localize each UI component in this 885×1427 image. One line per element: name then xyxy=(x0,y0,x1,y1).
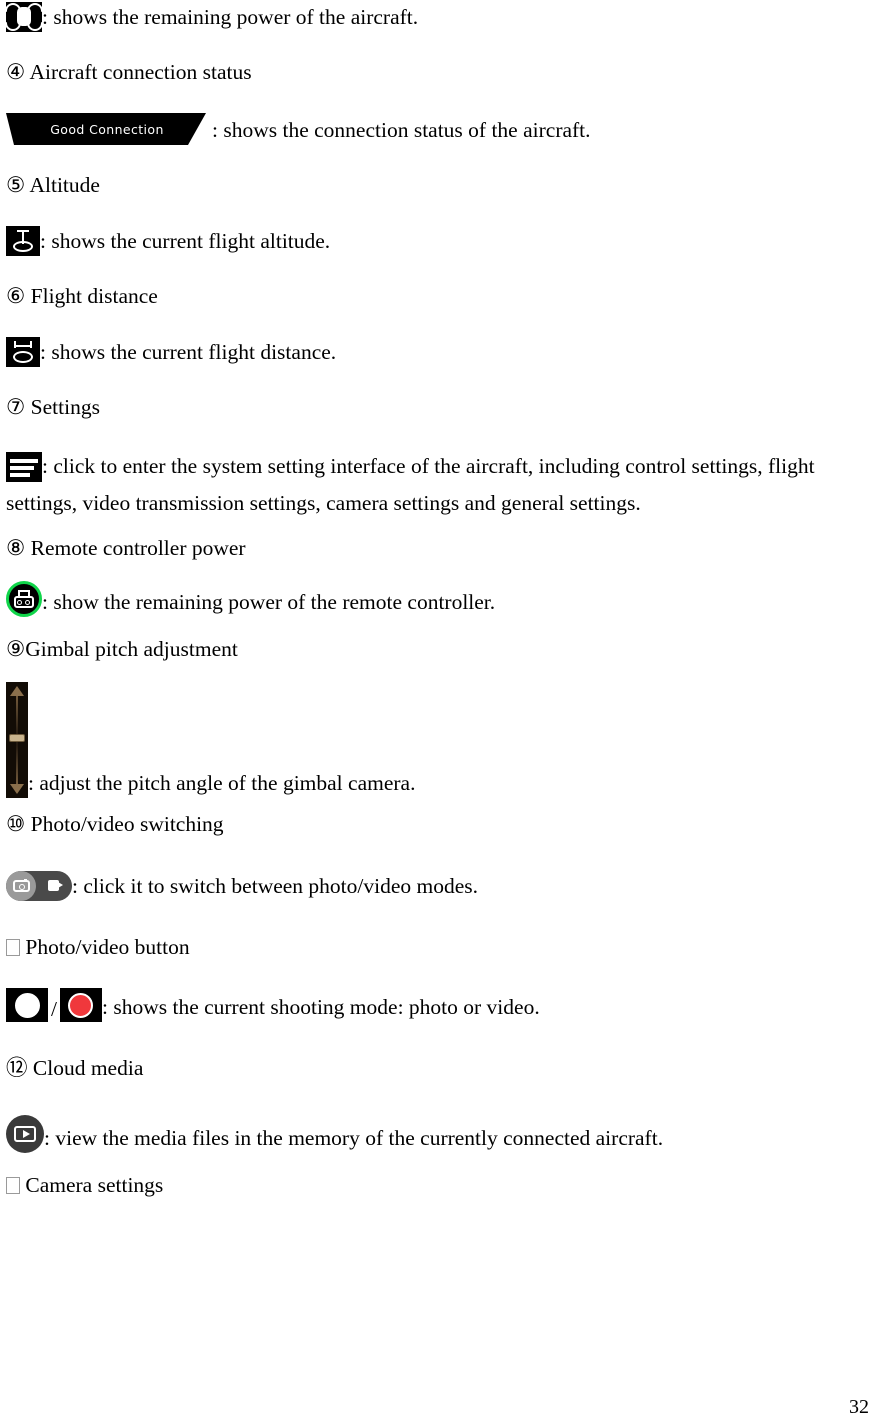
list-number: ⑥ xyxy=(6,284,26,308)
heading-photo-video-switching: ⑩ Photo/video switching xyxy=(6,810,867,839)
entry-settings: : click to enter the system setting inte… xyxy=(6,448,867,522)
heading-text: Altitude xyxy=(29,173,100,197)
aircraft-power-description: : shows the remaining power of the aircr… xyxy=(42,5,419,29)
heading-camera-settings: Camera settings xyxy=(6,1171,867,1200)
remote-controller-description: : show the remaining power of the remote… xyxy=(42,590,496,614)
settings-menu-icon xyxy=(6,452,42,482)
heading-text: Photo/video button xyxy=(25,935,190,959)
heading-text: Aircraft connection status xyxy=(29,60,252,84)
connection-status-label: Good Connection xyxy=(50,121,164,137)
remote-controller-icon xyxy=(6,581,42,617)
photo-video-button-description: : shows the current shooting mode: photo… xyxy=(101,995,540,1019)
missing-glyph-box xyxy=(6,939,20,956)
heading-gimbal-pitch-adjustment: ⑨Gimbal pitch adjustment xyxy=(6,635,867,664)
altitude-icon xyxy=(6,226,40,256)
heading-text: Gimbal pitch adjustment xyxy=(25,637,238,661)
list-number: ④ xyxy=(6,60,26,84)
heading-settings: ⑦ Settings xyxy=(6,393,867,422)
entry-remote-controller-power: : show the remaining power of the remote… xyxy=(6,581,867,617)
entry-gimbal-pitch: : adjust the pitch angle of the gimbal c… xyxy=(6,682,867,798)
aircraft-battery-icon xyxy=(5,2,43,32)
settings-description: : click to enter the system setting inte… xyxy=(6,454,815,515)
entry-flight-distance: : shows the current flight distance. xyxy=(6,337,867,367)
heading-altitude: ⑤ Altitude xyxy=(6,171,867,200)
list-number: ⑨ xyxy=(6,637,26,661)
entry-photo-video-switching: : click it to switch between photo/video… xyxy=(6,871,867,901)
photo-video-toggle[interactable] xyxy=(6,871,72,901)
manual-page: : shows the remaining power of the aircr… xyxy=(0,2,885,1427)
toggle-knob xyxy=(6,871,36,901)
heading-text: Camera settings xyxy=(25,1173,164,1197)
entry-connection-status: Good Connection : shows the connection s… xyxy=(6,113,867,145)
video-camera-icon xyxy=(48,880,63,891)
entry-photo-video-button: / : shows the current shooting mode: pho… xyxy=(6,988,867,1022)
heading-aircraft-connection-status: ④ Aircraft connection status xyxy=(6,58,867,87)
heading-text: Photo/video switching xyxy=(30,812,224,836)
heading-cloud-media: ⑫ Cloud media xyxy=(6,1054,867,1083)
cloud-media-icon[interactable] xyxy=(6,1115,44,1153)
entry-altitude: : shows the current flight altitude. xyxy=(6,226,867,256)
video-record-button[interactable] xyxy=(59,988,102,1022)
heading-text: Cloud media xyxy=(32,1056,144,1080)
cloud-media-description: : view the media files in the memory of … xyxy=(44,1126,664,1150)
page-number: 32 xyxy=(849,1396,869,1418)
camera-icon xyxy=(12,878,30,892)
photo-video-switching-description: : click it to switch between photo/video… xyxy=(72,874,479,898)
heading-flight-distance: ⑥ Flight distance xyxy=(6,282,867,311)
gimbal-pitch-description: : adjust the pitch angle of the gimbal c… xyxy=(28,771,416,795)
list-number: ⑤ xyxy=(6,173,26,197)
heading-text: Flight distance xyxy=(30,284,158,308)
list-number: ⑦ xyxy=(6,395,26,419)
list-number: ⑫ xyxy=(6,1056,28,1080)
heading-photo-video-button: Photo/video button xyxy=(6,933,867,962)
list-number: ⑧ xyxy=(6,536,26,560)
connection-status-description: : shows the connection status of the air… xyxy=(212,118,591,142)
missing-glyph-box xyxy=(6,1177,20,1194)
altitude-description: : shows the current flight altitude. xyxy=(40,229,331,253)
list-number: ⑩ xyxy=(6,812,26,836)
heading-remote-controller-power: ⑧ Remote controller power xyxy=(6,534,867,563)
good-connection-banner: Good Connection xyxy=(6,113,206,145)
heading-text: Remote controller power xyxy=(30,536,246,560)
photo-shutter-button[interactable] xyxy=(6,988,48,1022)
gimbal-pitch-slider[interactable] xyxy=(6,682,28,798)
flight-distance-description: : shows the current flight distance. xyxy=(40,340,337,364)
media-frame xyxy=(14,1126,36,1142)
flight-distance-icon xyxy=(6,337,40,367)
play-icon xyxy=(22,1130,30,1138)
entry-aircraft-power: : shows the remaining power of the aircr… xyxy=(5,2,867,32)
separator: / xyxy=(51,997,57,1021)
entry-cloud-media: : view the media files in the memory of … xyxy=(6,1115,867,1153)
heading-text: Settings xyxy=(30,395,100,419)
